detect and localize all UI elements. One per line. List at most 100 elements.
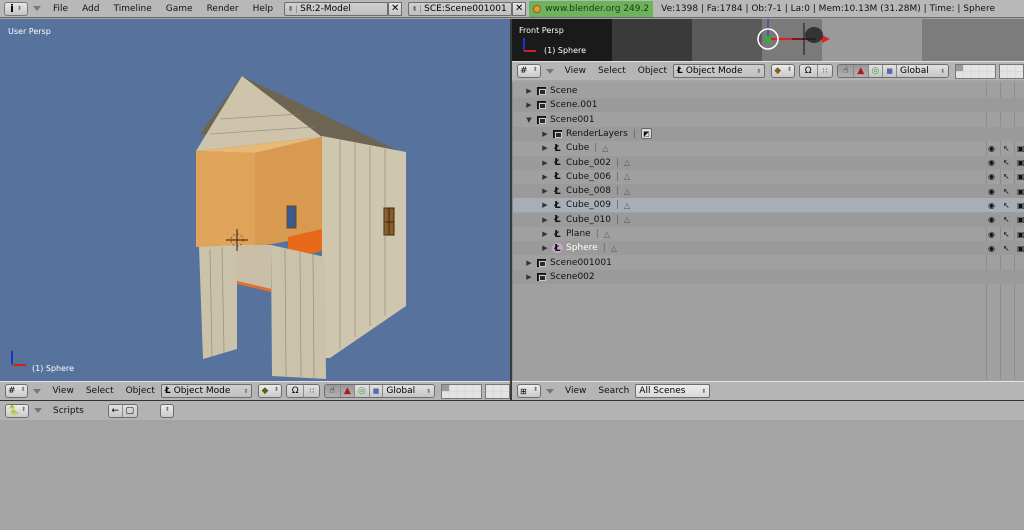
render-icon[interactable]: ▣ — [1017, 144, 1024, 153]
menu-game[interactable]: Game — [159, 4, 200, 14]
pivot-button[interactable]: Ω — [799, 65, 818, 77]
expand-arrow-icon[interactable]: ▶ — [541, 144, 549, 152]
outliner-item-label[interactable]: Sphere — [566, 243, 598, 253]
manipulator-toggle[interactable]: ☝ — [838, 65, 854, 77]
outliner-object-row[interactable]: ▶ Ł Sphere | △ ◉ ↖ ▣ — [513, 241, 1024, 256]
menu-view[interactable]: View — [559, 66, 592, 76]
3d-viewport-front-persp[interactable]: Front Persp (1) Sphere — [512, 19, 1024, 61]
outliner[interactable]: ▶ Scene ▶ Scene.001 ▼ Scene001 ▶ RenderLayers | ◩… — [512, 82, 1024, 380]
editor-type-button[interactable]: 🐍 ⬍ — [5, 403, 29, 418]
snap-button[interactable]: ∷ — [817, 65, 833, 77]
fullscreen-button[interactable]: ▢ — [122, 404, 137, 417]
outliner-object-row[interactable]: ▶ Ł Cube_008 | △ ◉ ↖ ▣ — [513, 184, 1024, 199]
mesh-data-icon[interactable]: △ — [624, 215, 630, 224]
cursor-arrow-icon[interactable]: ↖ — [1003, 215, 1010, 224]
outliner-item-label[interactable]: Scene001 — [550, 115, 595, 125]
collapse-menu-triangle-icon[interactable] — [33, 6, 41, 11]
render-icon[interactable]: ▣ — [1017, 201, 1024, 210]
expand-arrow-icon[interactable]: ▶ — [525, 259, 533, 267]
render-icon[interactable]: ▣ — [1017, 158, 1024, 167]
outliner-object-row[interactable]: ▶ Ł Cube_009 | △ ◉ ↖ ▣ — [513, 198, 1024, 213]
rotate-manipulator[interactable]: ◎ — [355, 385, 370, 397]
transform-manipulator-icon[interactable] — [752, 19, 842, 61]
outliner-item-label[interactable]: Cube_009 — [566, 200, 611, 210]
menu-view[interactable]: View — [559, 386, 592, 396]
expand-arrow-icon[interactable]: ▶ — [525, 87, 533, 95]
pivot-button[interactable]: Ω — [286, 385, 305, 397]
editor-type-button[interactable]: ⊞ ⬍ — [517, 384, 541, 398]
outliner-item-label[interactable]: Cube_002 — [566, 158, 611, 168]
mode-selector[interactable]: Ł Object Mode ⬍ — [160, 384, 253, 398]
expand-arrow-icon[interactable]: ▶ — [541, 173, 549, 181]
menu-object[interactable]: Object — [632, 66, 673, 76]
display-mode-selector[interactable]: All Scenes ⬍ — [635, 384, 711, 398]
eye-icon[interactable]: ◉ — [988, 215, 995, 224]
editor-type-button[interactable]: # ⬍ — [517, 64, 541, 78]
expand-arrow-icon[interactable]: ▶ — [541, 201, 549, 209]
eye-icon[interactable]: ◉ — [988, 201, 995, 210]
outliner-scene-row[interactable]: ▶ Scene002 — [513, 269, 1024, 284]
website-badge[interactable]: www.blender.org 249.2 — [529, 0, 654, 17]
render-icon[interactable]: ▣ — [1017, 172, 1024, 181]
menu-object[interactable]: Object — [120, 386, 161, 396]
menu-view[interactable]: View — [46, 386, 79, 396]
outliner-object-row[interactable]: ▶ Ł Plane | △ ◉ ↖ ▣ — [513, 227, 1024, 241]
outliner-item-label[interactable]: Cube_006 — [566, 172, 611, 182]
rotate-manipulator[interactable]: ◎ — [868, 65, 884, 77]
expand-arrow-icon[interactable]: ▶ — [541, 130, 549, 138]
cursor-arrow-icon[interactable]: ↖ — [1003, 158, 1010, 167]
outliner-scene-row[interactable]: ▶ Scene001001 — [513, 256, 1024, 270]
cursor-arrow-icon[interactable]: ↖ — [1003, 244, 1010, 253]
expand-arrow-icon[interactable]: ▶ — [541, 216, 549, 224]
collapse-triangle-icon[interactable] — [33, 388, 42, 394]
render-layer-icon[interactable]: ◩ — [640, 128, 652, 140]
outliner-scene-row[interactable]: ▶ Scene.001 — [513, 98, 1024, 113]
cursor-arrow-icon[interactable]: ↖ — [1003, 144, 1010, 153]
menu-file[interactable]: File — [46, 4, 75, 14]
cursor-arrow-icon[interactable]: ↖ — [1003, 172, 1010, 181]
script-selector[interactable]: ⬍ — [159, 403, 174, 418]
collapse-triangle-icon[interactable] — [545, 68, 554, 74]
menu-help[interactable]: Help — [246, 4, 281, 14]
manipulator-toggle[interactable]: ☝ — [325, 385, 341, 397]
menu-add[interactable]: Add — [75, 4, 106, 14]
screen-selector[interactable]: ⬍ SR:2-Model — [284, 1, 389, 16]
house-model[interactable] — [0, 19, 510, 381]
mesh-data-icon[interactable]: △ — [604, 230, 610, 239]
outliner-item-label[interactable]: Cube — [566, 143, 589, 153]
delete-screen-button[interactable]: ✕ — [388, 1, 403, 16]
mesh-data-icon[interactable]: △ — [624, 172, 630, 181]
render-icon[interactable]: ▣ — [1017, 244, 1024, 253]
render-icon[interactable]: ▣ — [1017, 230, 1024, 239]
outliner-scene-row[interactable]: ▶ Scene — [513, 84, 1024, 98]
outliner-object-row[interactable]: ▶ Ł Cube | △ ◉ ↖ ▣ — [513, 141, 1024, 155]
outliner-item-label[interactable]: RenderLayers — [566, 129, 628, 139]
eye-icon[interactable]: ◉ — [988, 144, 995, 153]
collapse-triangle-icon[interactable] — [34, 408, 42, 413]
translate-manipulator[interactable]: ▲ — [853, 65, 869, 77]
scene-selector[interactable]: ⬍ SCE:Scene001001 — [408, 1, 513, 16]
expand-arrow-icon[interactable]: ▶ — [541, 230, 549, 238]
eye-icon[interactable]: ◉ — [988, 172, 995, 181]
collapse-arrow-icon[interactable]: ▼ — [525, 116, 533, 124]
render-icon[interactable]: ▣ — [1017, 187, 1024, 196]
expand-arrow-icon[interactable]: ▶ — [541, 244, 549, 252]
back-button[interactable]: ← — [108, 404, 123, 417]
delete-scene-button[interactable]: ✕ — [512, 1, 527, 16]
mesh-data-icon[interactable]: △ — [624, 187, 630, 196]
orientation-selector[interactable]: Global ⬍ — [897, 65, 948, 77]
mesh-data-icon[interactable]: △ — [602, 144, 608, 153]
menu-render[interactable]: Render — [200, 4, 246, 14]
outliner-item-label[interactable]: Scene — [550, 86, 577, 96]
mode-selector[interactable]: Ł Object Mode ⬍ — [673, 64, 766, 78]
menu-timeline[interactable]: Timeline — [107, 4, 159, 14]
menu-select[interactable]: Select — [80, 386, 120, 396]
layer-buttons[interactable] — [441, 383, 511, 399]
outliner-item-label[interactable]: Scene.001 — [550, 100, 597, 110]
outliner-object-row[interactable]: ▶ Ł Cube_002 | △ ◉ ↖ ▣ — [513, 155, 1024, 170]
translate-manipulator[interactable]: ▲ — [340, 385, 356, 397]
info-editor-type-button[interactable]: i ⬍ — [4, 1, 28, 16]
draw-type-button[interactable]: ◆ ⬍ — [771, 64, 795, 78]
eye-icon[interactable]: ◉ — [988, 158, 995, 167]
draw-type-button[interactable]: ◆ ⬍ — [258, 384, 282, 398]
